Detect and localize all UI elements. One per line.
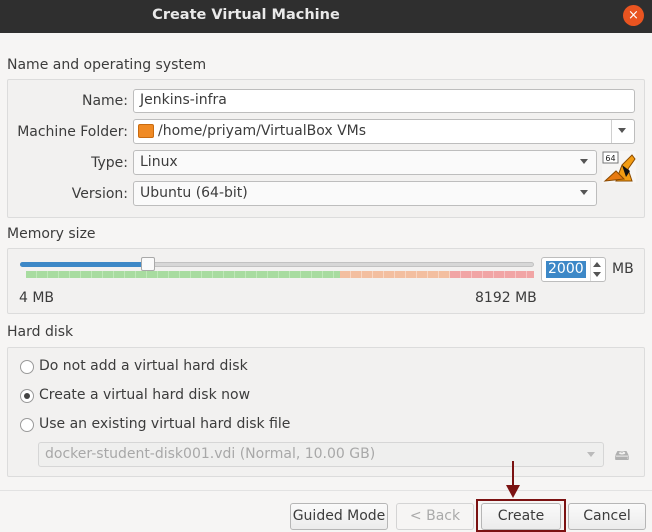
memory-scale <box>26 271 534 278</box>
radio-button[interactable] <box>20 360 34 374</box>
radio-label: Create a virtual hard disk now <box>39 387 251 403</box>
title-bar: Create Virtual Machine × <box>0 0 652 33</box>
radio-button[interactable] <box>20 389 34 403</box>
memory-scale-safe <box>26 271 340 278</box>
version-label: Version: <box>71 186 128 202</box>
pointer-arrow-icon <box>506 461 520 498</box>
radio-label: Use an existing virtual hard disk file <box>39 416 291 432</box>
folder-icon <box>138 124 154 138</box>
version-value: Ubuntu (64-bit) <box>140 185 248 201</box>
memory-min-label: 4 MB <box>19 290 55 306</box>
memory-slider-handle[interactable] <box>141 257 155 271</box>
chevron-down-icon[interactable] <box>618 128 626 133</box>
version-select[interactable]: Ubuntu (64-bit) <box>133 181 597 206</box>
existing-disk-value: docker-student-disk001.vdi (Normal, 10.0… <box>45 446 376 462</box>
chevron-down-icon <box>580 190 588 195</box>
chevron-down-icon <box>580 159 588 164</box>
memory-spinbox[interactable]: 2000 <box>541 257 606 282</box>
window-title: Create Virtual Machine <box>152 7 340 23</box>
type-value: Linux <box>140 154 178 170</box>
type-select[interactable]: Linux <box>133 150 597 175</box>
ubuntu-64-os-icon: 64 <box>602 151 636 183</box>
create-button-highlight <box>476 499 566 532</box>
guided-mode-button[interactable]: Guided Mode <box>290 503 388 530</box>
footer-divider <box>0 490 652 491</box>
machine-folder-combo[interactable]: /home/priyam/VirtualBox VMs <box>133 119 635 144</box>
spin-up-icon[interactable] <box>593 262 601 267</box>
machine-folder-label: Machine Folder: <box>17 124 128 140</box>
spin-down-icon[interactable] <box>593 272 601 277</box>
section-title-name-os: Name and operating system <box>7 57 207 73</box>
memory-max-label: 8192 MB <box>475 290 537 306</box>
name-input[interactable]: Jenkins-infra <box>133 89 635 113</box>
memory-scale-danger <box>450 271 534 278</box>
section-title-hard-disk: Hard disk <box>7 324 74 340</box>
memory-slider-fill <box>20 262 148 267</box>
memory-scale-warning <box>340 271 450 278</box>
section-title-memory: Memory size <box>7 226 96 242</box>
radio-label: Do not add a virtual hard disk <box>39 358 248 374</box>
machine-folder-value: /home/priyam/VirtualBox VMs <box>158 123 367 139</box>
name-label: Name: <box>81 93 128 109</box>
radio-button[interactable] <box>20 418 34 432</box>
cancel-button[interactable]: Cancel <box>568 503 646 530</box>
os-64-badge: 64 <box>605 154 615 163</box>
memory-value[interactable]: 2000 <box>546 261 586 278</box>
folder-browse-icon[interactable]: 🖴 <box>610 443 634 467</box>
close-icon[interactable]: × <box>623 5 644 26</box>
type-label: Type: <box>91 155 128 171</box>
back-button[interactable]: < Back <box>396 503 474 530</box>
chevron-down-icon <box>587 452 595 457</box>
memory-unit: MB <box>612 261 634 277</box>
